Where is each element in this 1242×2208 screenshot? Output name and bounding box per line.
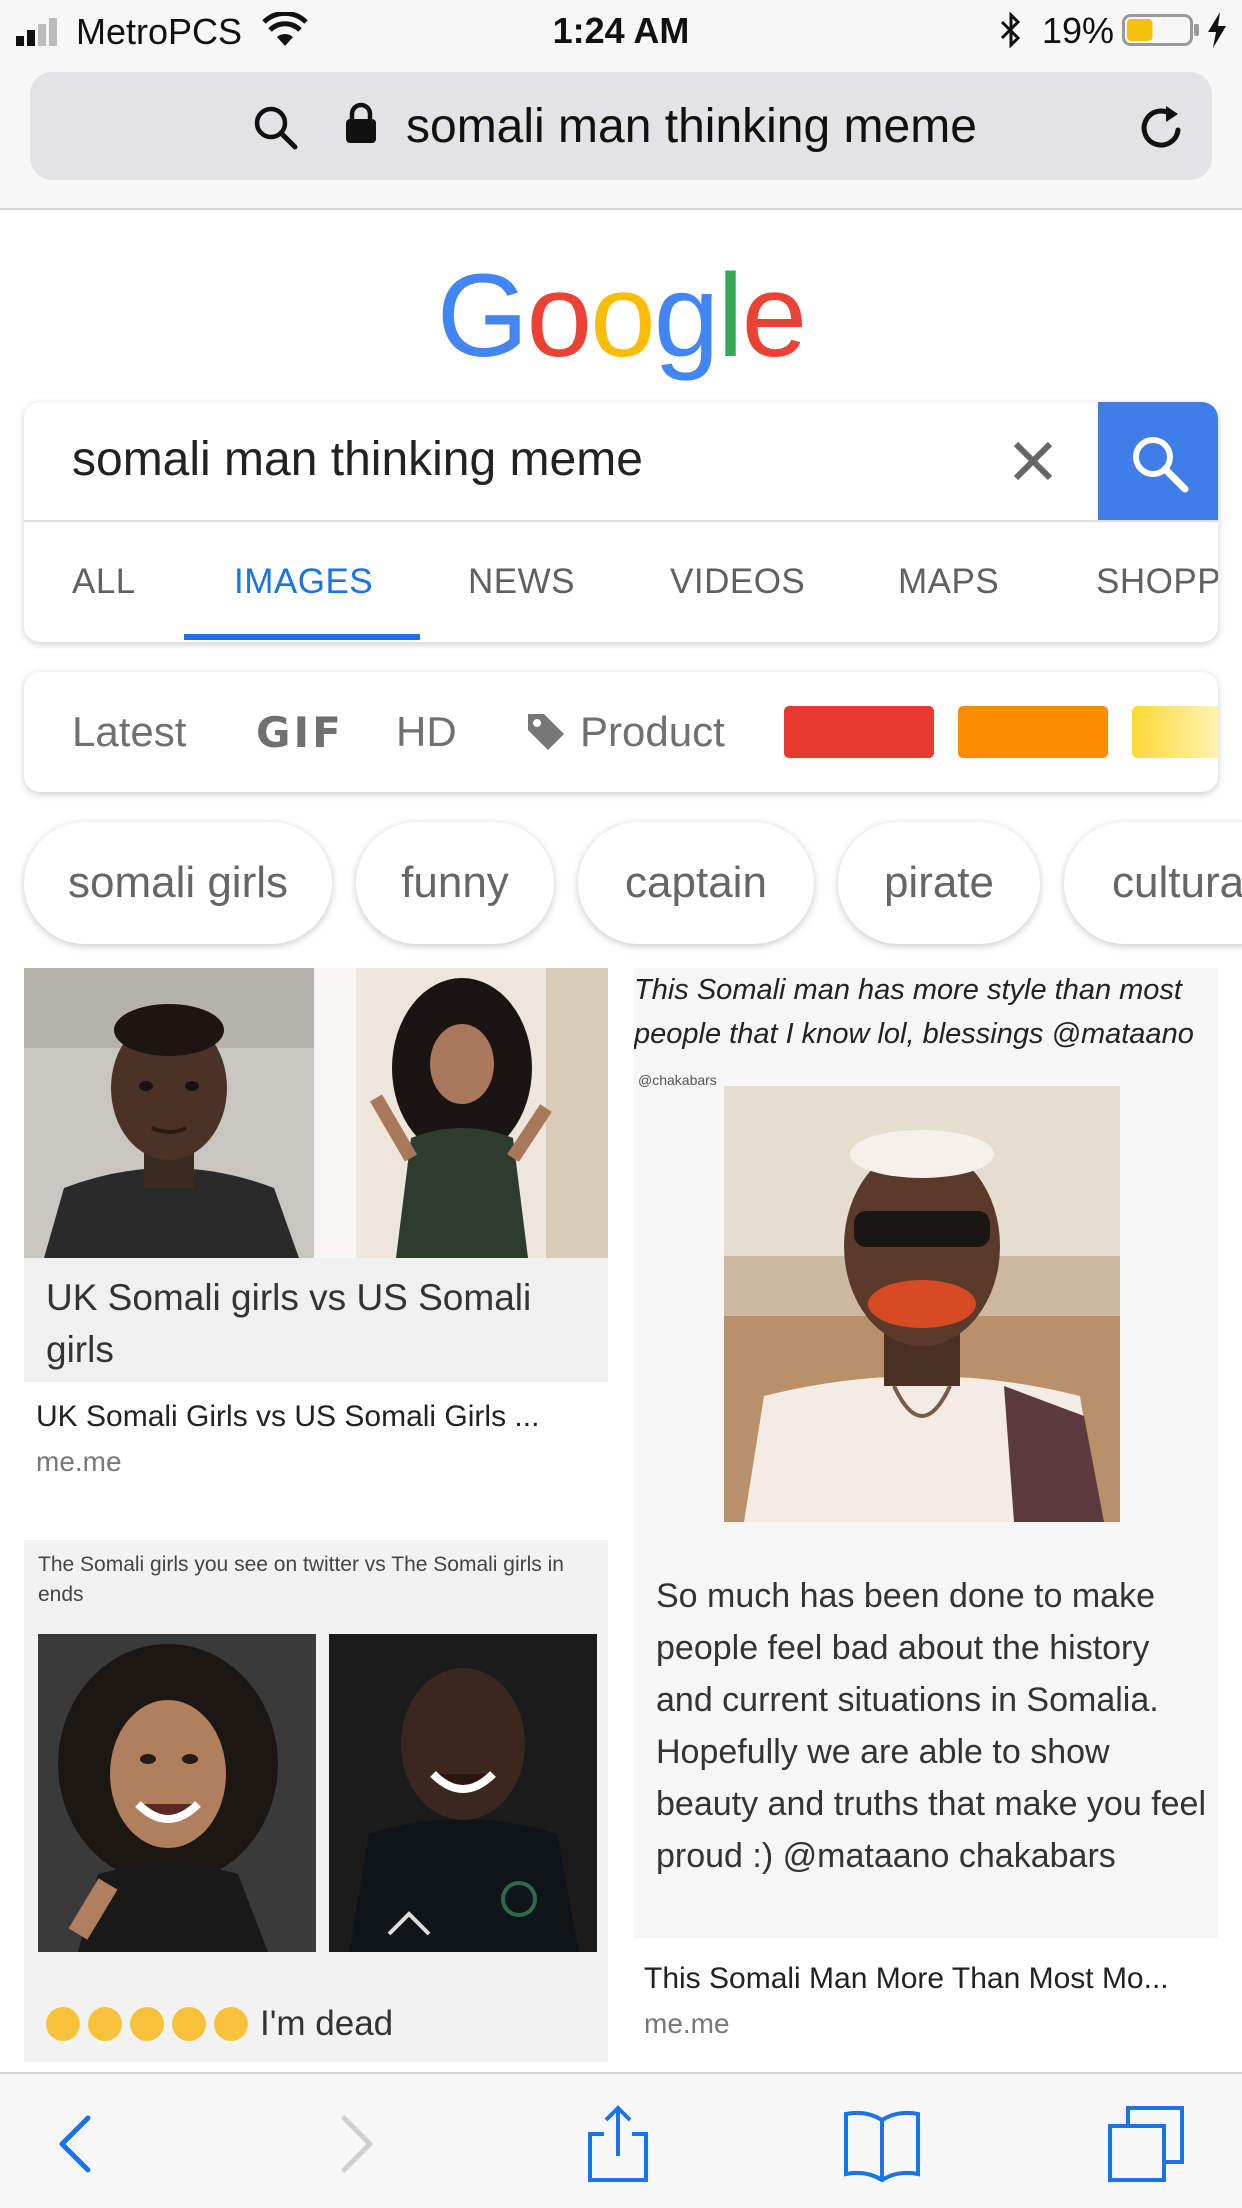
- tab-maps[interactable]: MAPS: [898, 562, 999, 602]
- result-thumbnail[interactable]: This Somali man has more style than most…: [634, 968, 1218, 1938]
- result-title[interactable]: UK Somali Girls vs US Somali Girls ...: [36, 1400, 539, 1434]
- browser-toolbar: [0, 2072, 1242, 2208]
- chip-somali-girls[interactable]: somali girls: [24, 822, 332, 944]
- crying-emoji-icon: [88, 2007, 122, 2041]
- url-text: somali man thinking meme: [406, 100, 977, 153]
- tab-all[interactable]: ALL: [72, 562, 136, 602]
- filter-bar: Latest GIF HD Product: [24, 672, 1218, 792]
- color-filter-yellow[interactable]: [1132, 706, 1218, 758]
- battery-percentage: 19%: [1042, 10, 1115, 51]
- result-source: me.me: [36, 1446, 122, 1477]
- photo-smiling-man: [329, 1634, 597, 1952]
- crying-emoji-icon: [172, 2007, 206, 2041]
- tab-images[interactable]: IMAGES: [234, 562, 373, 602]
- image-result[interactable]: UK Somali girls vs US Somali girls UK So…: [24, 968, 608, 1488]
- logo-letter: e: [741, 250, 808, 382]
- logo-letter: G: [436, 250, 529, 382]
- crying-emoji-icon: [214, 2007, 248, 2041]
- result-title[interactable]: This Somali Man More Than Most Mo...: [644, 1962, 1169, 1996]
- photo-right-woman: [316, 968, 608, 1258]
- result-image-caption: UK Somali girls vs US Somali girls: [24, 1258, 608, 1382]
- logo-letter: g: [653, 250, 720, 382]
- meme-header-text: This Somali man has more style than most…: [634, 974, 1194, 1050]
- bookmarks-icon[interactable]: [842, 2104, 922, 2184]
- chip-funny[interactable]: funny: [356, 822, 554, 944]
- share-icon[interactable]: [578, 2104, 658, 2184]
- chip-pirate[interactable]: pirate: [838, 822, 1040, 944]
- photo-elderly-man: [724, 1086, 1120, 1522]
- filter-product[interactable]: Product: [580, 708, 725, 756]
- search-tabs: ALL IMAGES NEWS VIDEOS MAPS SHOPPING: [24, 522, 1218, 642]
- crying-emoji-icon: [130, 2007, 164, 2041]
- filter-gif[interactable]: GIF: [256, 708, 344, 757]
- logo-letter: l: [717, 250, 743, 382]
- result-thumbnail[interactable]: UK Somali girls vs US Somali girls: [24, 968, 608, 1382]
- reload-icon[interactable]: [1136, 102, 1188, 154]
- tab-news[interactable]: NEWS: [468, 562, 575, 602]
- crying-emoji-icon: [46, 2007, 80, 2041]
- bluetooth-icon: [1000, 12, 1021, 48]
- result-source: me.me: [644, 2008, 730, 2039]
- logo-letter: o: [590, 250, 656, 382]
- image-result[interactable]: The Somali girls you see on twitter vs T…: [24, 1540, 608, 2062]
- chip-captain[interactable]: captain: [578, 822, 814, 944]
- lock-icon: [346, 102, 376, 143]
- meme-body-text: So much has been done to make people fee…: [656, 1577, 1207, 1875]
- charging-bolt-icon: [1208, 12, 1226, 48]
- search-button[interactable]: [1098, 402, 1218, 522]
- clear-icon[interactable]: [1004, 432, 1062, 490]
- search-card: somali man thinking meme ALL IMAGES NEWS…: [24, 402, 1218, 642]
- photo-smiling-woman: [38, 1634, 316, 1952]
- browser-address-area: somali man thinking meme: [0, 62, 1242, 210]
- tag-icon: [528, 714, 564, 750]
- meme-reaction-row: I'm dead: [46, 2004, 393, 2048]
- meme-header-text: The Somali girls you see on twitter vs T…: [38, 1553, 564, 1606]
- color-filter-red[interactable]: [784, 706, 934, 758]
- search-input[interactable]: somali man thinking meme: [72, 432, 643, 487]
- photo-left-man: [24, 968, 314, 1258]
- meme-handle: @chakabars: [638, 1072, 717, 1088]
- tab-videos[interactable]: VIDEOS: [670, 562, 805, 602]
- active-tab-indicator: [184, 634, 420, 640]
- tabs-icon[interactable]: [1106, 2104, 1186, 2184]
- chip-cultural[interactable]: cultural: [1064, 822, 1242, 944]
- logo-letter: o: [526, 250, 593, 382]
- battery-icon: [1122, 14, 1199, 46]
- result-thumbnail[interactable]: The Somali girls you see on twitter vs T…: [24, 1540, 608, 2062]
- back-icon[interactable]: [38, 2104, 118, 2184]
- search-icon: [254, 106, 298, 150]
- meme-caption: I'm dead: [260, 2004, 394, 2043]
- google-logo[interactable]: Google: [0, 248, 1242, 384]
- image-result[interactable]: This Somali man has more style than most…: [634, 968, 1218, 2050]
- search-icon: [1133, 437, 1189, 493]
- color-filter-orange[interactable]: [958, 706, 1108, 758]
- tab-shopping[interactable]: SHOPPING: [1096, 562, 1218, 602]
- forward-icon[interactable]: [314, 2104, 394, 2184]
- filter-latest[interactable]: Latest: [72, 708, 186, 756]
- address-bar[interactable]: somali man thinking meme: [30, 72, 1212, 180]
- filter-hd[interactable]: HD: [396, 708, 457, 756]
- status-bar: MetroPCS 1:24 AM 19%: [0, 0, 1242, 62]
